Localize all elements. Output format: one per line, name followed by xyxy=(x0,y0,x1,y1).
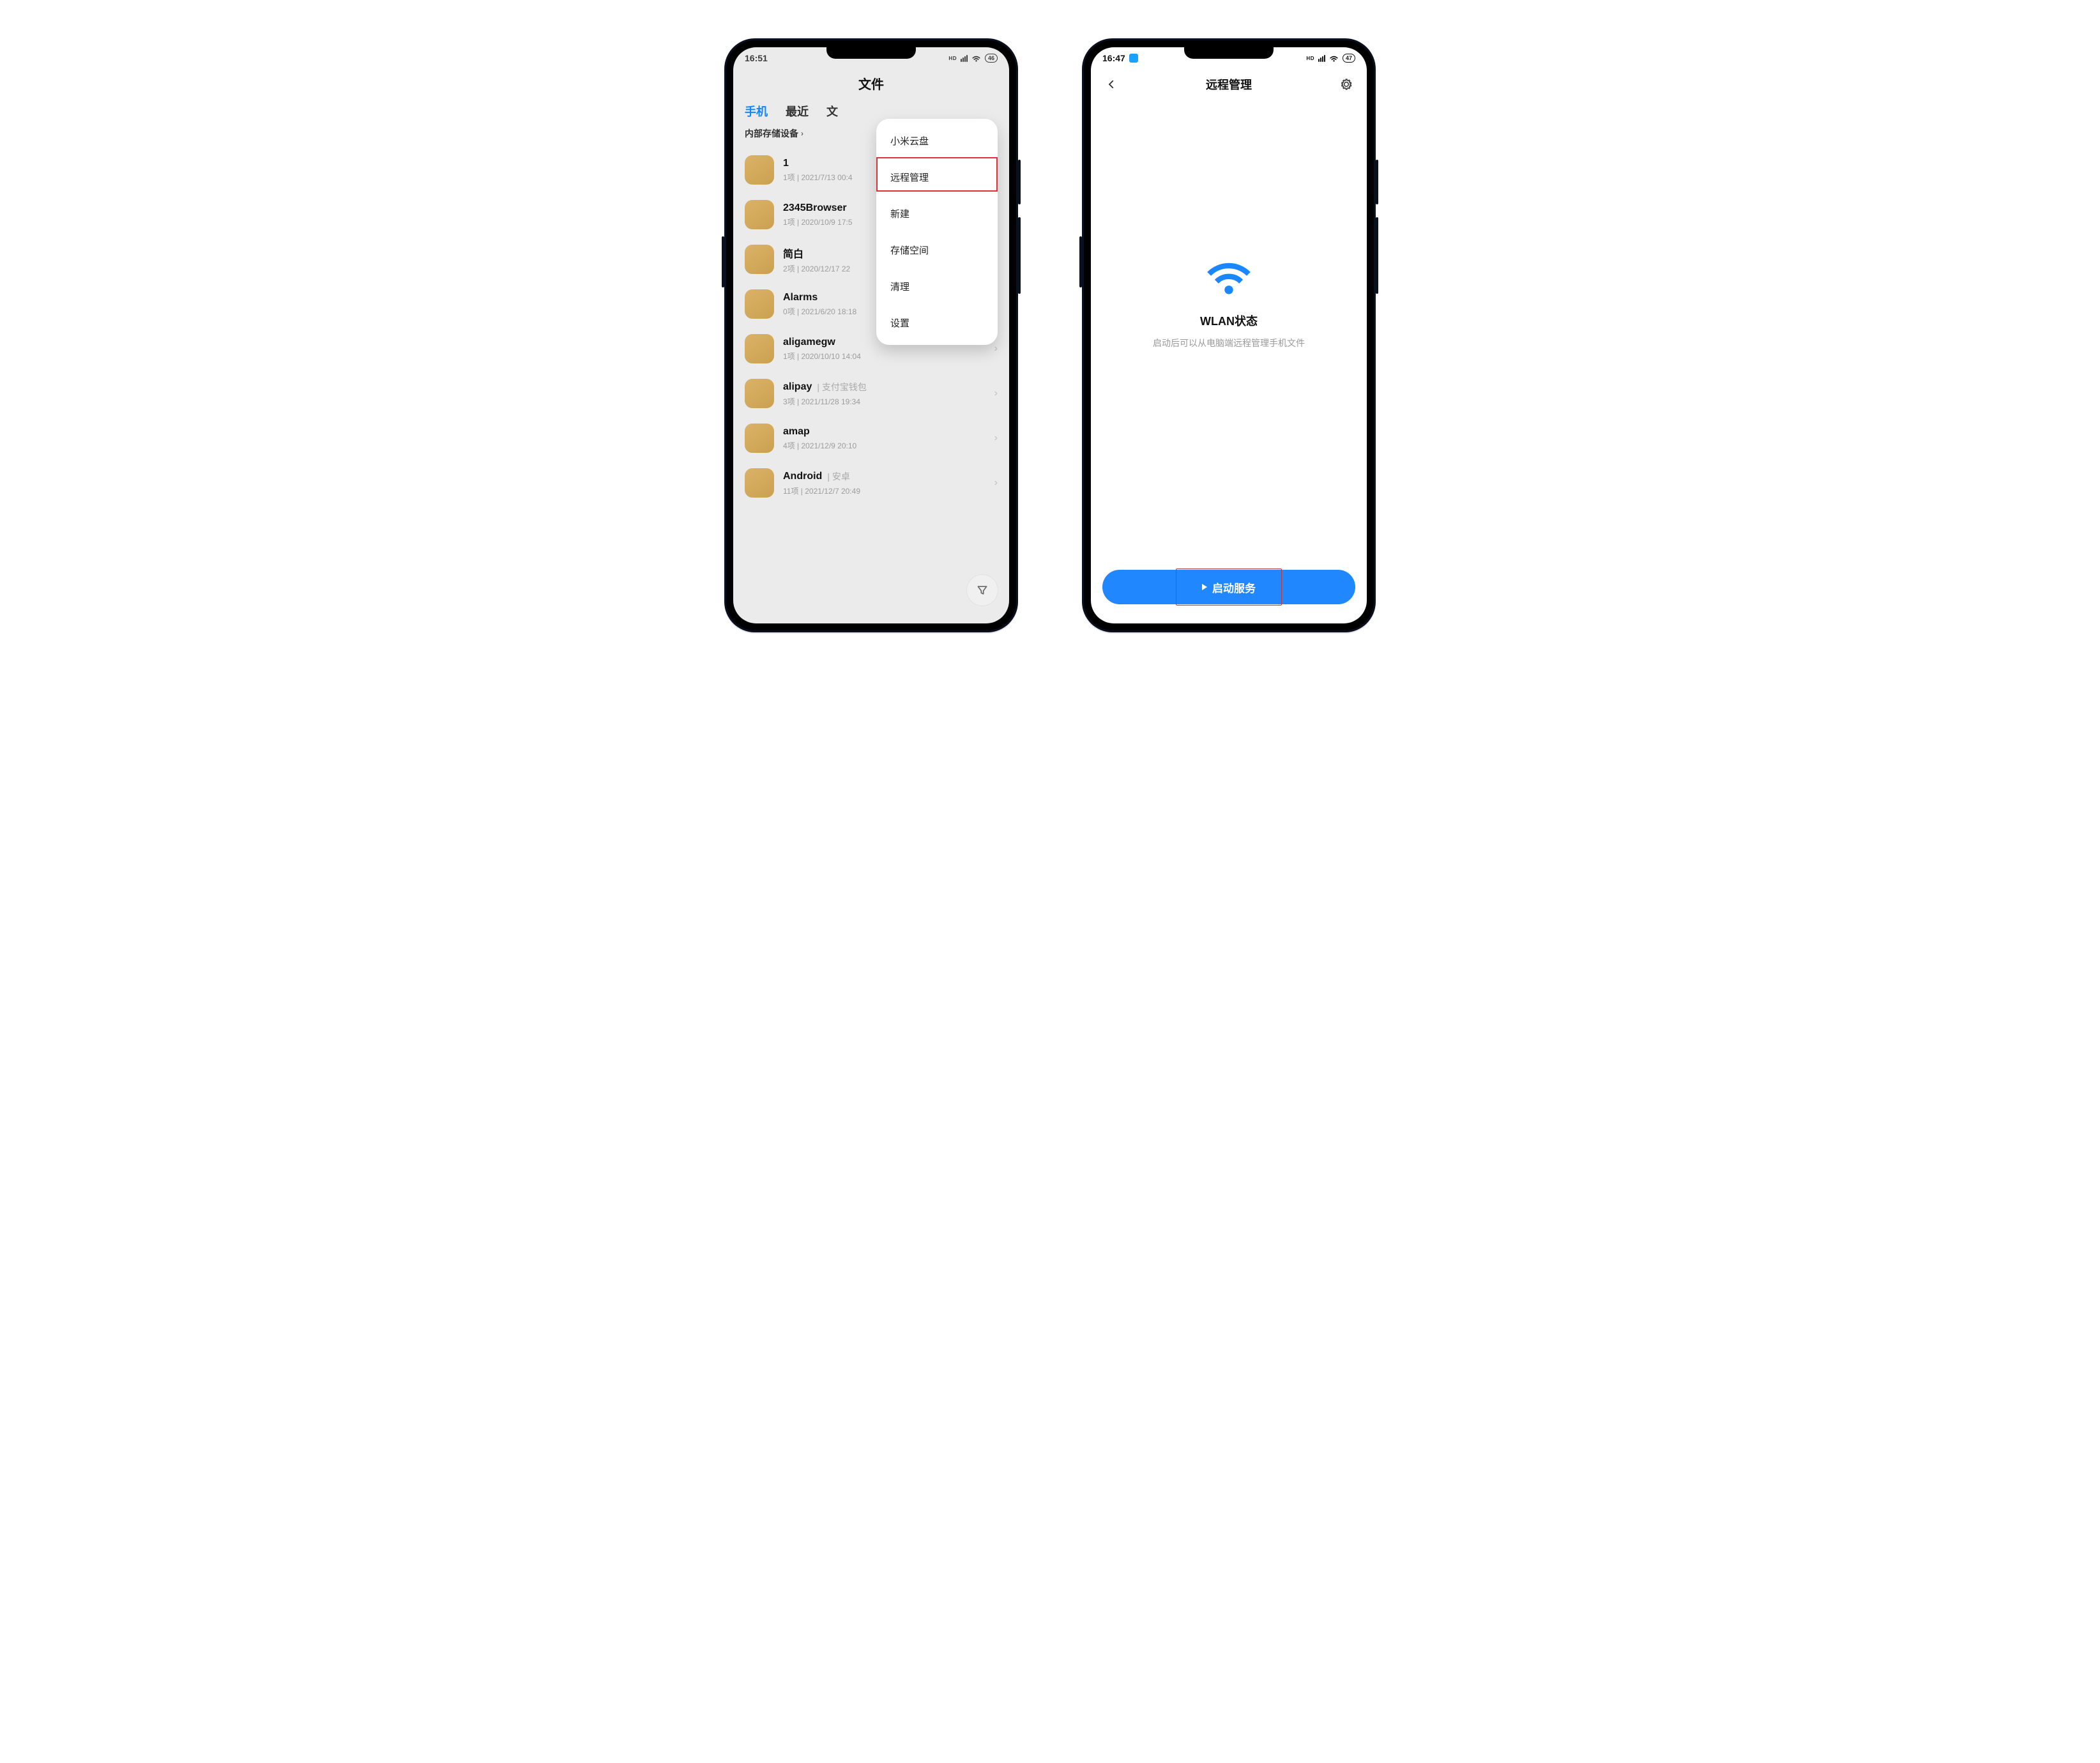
screen-remote-manage: 16:47 HD 47 远程管理 xyxy=(1091,47,1367,623)
folder-icon xyxy=(745,155,774,185)
page-title: 文件 xyxy=(733,69,1009,103)
play-icon xyxy=(1202,584,1207,590)
screen-file-manager: 16:51 HD 46 文件 手机 最近 文 内部存储设备 › xyxy=(733,47,1009,623)
menu-item-clean[interactable]: 清理 xyxy=(876,268,998,305)
tab-phone[interactable]: 手机 xyxy=(745,103,768,119)
menu-item-remote[interactable]: 远程管理 xyxy=(876,159,998,195)
hd-icon: HD xyxy=(948,56,957,61)
folder-icon xyxy=(745,424,774,453)
notch xyxy=(1184,47,1274,59)
folder-name: Android | 安卓 xyxy=(783,470,985,483)
volume-button xyxy=(1079,236,1082,287)
chevron-right-icon: › xyxy=(994,432,998,444)
filter-icon xyxy=(976,584,989,597)
side-button xyxy=(1376,217,1378,294)
wlan-status-block: WLAN状态 启动后可以从电脑端远程管理手机文件 xyxy=(1091,252,1367,349)
folder-name: alipay | 支付宝钱包 xyxy=(783,381,985,393)
chevron-right-icon: › xyxy=(994,343,998,355)
start-service-label: 启动服务 xyxy=(1212,579,1256,595)
phone-remote-manage: 16:47 HD 47 远程管理 xyxy=(1082,38,1376,632)
app-bar: 远程管理 xyxy=(1091,69,1367,100)
back-button[interactable] xyxy=(1102,75,1120,93)
filter-button[interactable] xyxy=(967,575,998,606)
power-button xyxy=(1018,160,1021,204)
overflow-menu: 小米云盘 远程管理 新建 存储空间 清理 设置 xyxy=(876,119,998,345)
menu-item-settings[interactable]: 设置 xyxy=(876,305,998,341)
notch xyxy=(826,47,916,59)
tab-docs[interactable]: 文 xyxy=(826,103,838,119)
wifi-icon xyxy=(971,54,981,63)
app-indicator-icon xyxy=(1129,54,1138,63)
hd-icon: HD xyxy=(1306,56,1314,61)
status-time: 16:47 xyxy=(1102,53,1125,63)
folder-meta: 11项 | 2021/12/7 20:49 xyxy=(783,485,985,496)
folder-meta: 1项 | 2020/10/10 14:04 xyxy=(783,351,985,362)
power-button xyxy=(1376,160,1378,204)
menu-item-cloud[interactable]: 小米云盘 xyxy=(876,123,998,159)
wlan-subtitle: 启动后可以从电脑端远程管理手机文件 xyxy=(1091,337,1367,349)
folder-meta: 4项 | 2021/12/9 20:10 xyxy=(783,440,985,451)
settings-button[interactable] xyxy=(1337,75,1355,93)
folder-icon xyxy=(745,379,774,408)
menu-item-new[interactable]: 新建 xyxy=(876,195,998,232)
list-item[interactable]: amap 4项 | 2021/12/9 20:10 › xyxy=(745,416,998,461)
page-title: 远程管理 xyxy=(1206,76,1252,93)
side-button xyxy=(1018,217,1021,294)
list-item[interactable]: alipay | 支付宝钱包 3项 | 2021/11/28 19:34 › xyxy=(745,371,998,416)
volume-button xyxy=(722,236,724,287)
wifi-large-icon xyxy=(1202,252,1256,306)
gear-icon xyxy=(1340,78,1353,91)
wifi-icon xyxy=(1329,54,1339,63)
chevron-right-icon: › xyxy=(801,129,803,138)
folder-alias: | 支付宝钱包 xyxy=(817,381,867,393)
folder-icon xyxy=(745,468,774,498)
folder-icon xyxy=(745,334,774,363)
chevron-right-icon: › xyxy=(994,388,998,399)
folder-icon xyxy=(745,289,774,319)
folder-icon xyxy=(745,200,774,229)
menu-item-storage[interactable]: 存储空间 xyxy=(876,232,998,268)
battery-badge: 46 xyxy=(985,54,998,63)
phone-file-manager: 16:51 HD 46 文件 手机 最近 文 内部存储设备 › xyxy=(724,38,1018,632)
folder-meta: 3项 | 2021/11/28 19:34 xyxy=(783,396,985,407)
folder-name: amap xyxy=(783,426,985,438)
folder-icon xyxy=(745,245,774,274)
chevron-left-icon xyxy=(1106,79,1117,90)
breadcrumb-label: 内部存储设备 xyxy=(745,127,798,140)
list-item[interactable]: Android | 安卓 11项 | 2021/12/7 20:49 › xyxy=(745,461,998,505)
signal-icon xyxy=(1318,55,1325,62)
folder-alias: | 安卓 xyxy=(827,470,850,483)
chevron-right-icon: › xyxy=(994,477,998,489)
status-time: 16:51 xyxy=(745,53,768,63)
tab-recent[interactable]: 最近 xyxy=(786,103,809,119)
start-service-button[interactable]: 启动服务 xyxy=(1102,570,1355,604)
battery-badge: 47 xyxy=(1343,54,1355,63)
signal-icon xyxy=(961,55,968,62)
wlan-title: WLAN状态 xyxy=(1091,312,1367,329)
